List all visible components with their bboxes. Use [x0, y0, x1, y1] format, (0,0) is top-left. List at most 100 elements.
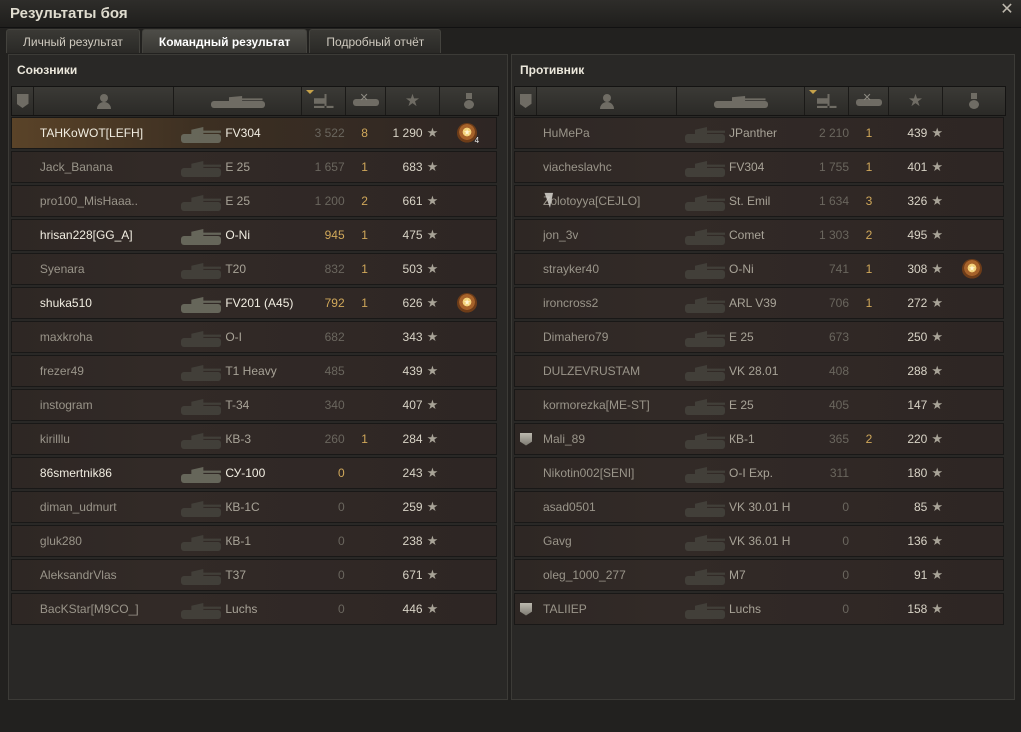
- xp-value: 238: [402, 534, 423, 548]
- player-row[interactable]: strayker40 O-Ni 741 1 308 ★: [514, 253, 1004, 285]
- vehicle-cell: T37: [173, 560, 300, 590]
- xp-cell: 250 ★: [889, 322, 943, 352]
- frags-cell: [849, 322, 889, 352]
- medal-icon: [968, 93, 980, 109]
- player-name-cell: gluk280: [34, 526, 173, 556]
- medal-icon[interactable]: [962, 259, 982, 279]
- star-icon: ★: [931, 159, 943, 174]
- player-row[interactable]: oleg_1000_277 M7 0 91 ★: [514, 559, 1004, 591]
- xp-cell: 238 ★: [384, 526, 439, 556]
- player-row[interactable]: Nikotin002[SENI] O-I Exp. 311 180 ★: [514, 457, 1004, 489]
- close-icon[interactable]: ✕: [999, 2, 1015, 18]
- damage-cell: 340: [301, 390, 345, 420]
- frags-cell: [849, 390, 889, 420]
- frags-cell: 1: [345, 254, 385, 284]
- star-icon: ★: [931, 227, 943, 242]
- frags-column-header[interactable]: [849, 87, 889, 115]
- player-row[interactable]: hrisan228[GG_A] O-Ni 945 1 475 ★: [11, 219, 497, 251]
- player-name: pro100_MisHaaa..: [39, 194, 138, 208]
- player-row[interactable]: HuMePa JPanther 2 210 1 439 ★: [514, 117, 1004, 149]
- player-row[interactable]: pro100_MisHaaa.. E 25 1 200 2 661 ★: [11, 185, 497, 217]
- frags-value: 3: [865, 194, 873, 208]
- player-name: strayker40: [543, 262, 600, 276]
- tab-team-result[interactable]: Командный результат: [141, 29, 308, 53]
- damage-value: 405: [828, 398, 849, 412]
- platoon-cell: [12, 492, 34, 522]
- damage-column-header[interactable]: [302, 87, 346, 115]
- player-row[interactable]: BacKStar[M9CO_] Luchs 0 446 ★: [11, 593, 497, 625]
- player-row[interactable]: ironcross2 ARL V39 706 1 272 ★: [514, 287, 1004, 319]
- tab-personal-result[interactable]: Личный результат: [6, 29, 140, 53]
- xp-cell: 1 290 ★: [384, 118, 439, 148]
- xp-cell: 401 ★: [889, 152, 943, 182]
- player-row[interactable]: 86smertnik86 СУ-100 0 243 ★: [11, 457, 497, 489]
- platoon-cell: [515, 560, 537, 590]
- platoon-column-header[interactable]: [515, 87, 537, 115]
- player-row[interactable]: AleksandrVlas T37 0 671 ★: [11, 559, 497, 591]
- player-row[interactable]: Jack_Banana E 25 1 657 1 683 ★: [11, 151, 497, 183]
- star-icon: ★: [426, 601, 439, 616]
- damage-value: 340: [324, 398, 345, 412]
- damage-cell: 706: [805, 288, 849, 318]
- player-name: AleksandrVlas: [39, 568, 117, 582]
- player-row[interactable]: Gavg VK 36.01 H 0 136 ★: [514, 525, 1004, 557]
- xp-value: 661: [402, 194, 423, 208]
- star-icon: ★: [426, 125, 439, 140]
- xp-cell: 439 ★: [384, 356, 439, 386]
- frags-value: 1: [865, 296, 873, 310]
- player-icon: [599, 93, 614, 109]
- vehicle-icon: [210, 94, 265, 108]
- player-row[interactable]: Mali_89 КВ-1 365 2 220 ★: [514, 423, 1004, 455]
- platoon-cell: [12, 186, 34, 216]
- xp-column-header[interactable]: ★: [386, 87, 440, 115]
- tab-detailed-report[interactable]: Подробный отчёт: [309, 29, 442, 53]
- player-column-header[interactable]: [34, 87, 174, 115]
- player-row[interactable]: maxkroha O-I 682 343 ★: [11, 321, 497, 353]
- star-icon: ★: [931, 533, 943, 548]
- medal-cell: 4: [438, 118, 496, 148]
- player-row[interactable]: kormorezka[ME-ST] E 25 405 147 ★: [514, 389, 1004, 421]
- frags-value: 1: [361, 228, 368, 242]
- player-name: 86smertnik86: [39, 466, 112, 480]
- xp-column-header[interactable]: ★: [889, 87, 943, 115]
- player-row[interactable]: frezer49 T1 Heavy 485 439 ★: [11, 355, 497, 387]
- player-name-cell: BacKStar[M9CO_]: [34, 594, 173, 624]
- platoon-column-header[interactable]: [12, 87, 34, 115]
- player-row[interactable]: TALIIEP Luchs 0 158 ★: [514, 593, 1004, 625]
- frags-cell: 2: [849, 220, 889, 250]
- player-name: Gavg: [543, 534, 572, 548]
- vehicle-name: КВ-1: [225, 534, 252, 548]
- player-row[interactable]: kirilllu КВ-3 260 1 284 ★: [11, 423, 497, 455]
- damage-value: 1 634: [818, 194, 849, 208]
- medal-icon[interactable]: [457, 293, 478, 313]
- player-row[interactable]: DULZEVRUSTAM VK 28.01 408 288 ★: [514, 355, 1004, 387]
- player-row[interactable]: asad0501 VK 30.01 H 0 85 ★: [514, 491, 1004, 523]
- medal-column-header[interactable]: [943, 87, 1005, 115]
- star-icon: ★: [426, 261, 439, 276]
- damage-cell: 3 522: [301, 118, 345, 148]
- player-row[interactable]: instogram T-34 340 407 ★: [11, 389, 497, 421]
- vehicle-name: КВ-1: [729, 432, 755, 446]
- medal-cell: [943, 254, 1001, 284]
- player-row[interactable]: diman_udmurt КВ-1С 0 259 ★: [11, 491, 497, 523]
- player-column-header[interactable]: [537, 87, 677, 115]
- player-name-cell: Dimahero79: [537, 322, 677, 352]
- star-icon: ★: [426, 295, 439, 310]
- medal-column-header[interactable]: [440, 87, 498, 115]
- player-row[interactable]: gluk280 КВ-1 0 238 ★: [11, 525, 497, 557]
- medal-icon[interactable]: 4: [457, 123, 479, 145]
- player-row[interactable]: Zolotoyya[CEJLO] St. Emil 1 634 3 326 ★: [514, 185, 1004, 217]
- vehicle-column-header[interactable]: [677, 87, 805, 115]
- player-row[interactable]: viacheslavhc FV304 1 755 1 401 ★: [514, 151, 1004, 183]
- damage-column-header[interactable]: [805, 87, 849, 115]
- player-row[interactable]: jon_3v Comet 1 303 2 495 ★: [514, 219, 1004, 251]
- player-row[interactable]: TAHKoWOT[LEFH] FV304 3 522 8 1 290 ★ 4: [11, 117, 497, 149]
- damage-cell: 1 303: [805, 220, 849, 250]
- player-row[interactable]: Syenara T20 832 1 503 ★: [11, 253, 497, 285]
- player-row[interactable]: shuka510 FV201 (A45) 792 1 626 ★: [11, 287, 497, 319]
- damage-icon: [313, 94, 334, 108]
- vehicle-column-header[interactable]: [174, 87, 302, 115]
- frags-column-header[interactable]: [346, 87, 386, 115]
- star-icon: ★: [426, 193, 439, 208]
- player-row[interactable]: Dimahero79 E 25 673 250 ★: [514, 321, 1004, 353]
